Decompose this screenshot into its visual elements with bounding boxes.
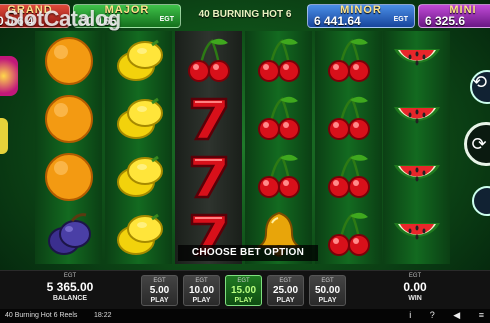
watermelon-icon bbox=[383, 89, 450, 147]
cherry-icon bbox=[315, 31, 382, 89]
bet-label: PLAY bbox=[150, 297, 169, 304]
bet-brand: EGT bbox=[321, 278, 334, 284]
game-logo-icon bbox=[0, 56, 18, 96]
bet-button-2[interactable]: EGT 10.00 PLAY bbox=[183, 275, 220, 306]
lemon-icon bbox=[105, 205, 172, 263]
side-badge-icon bbox=[0, 118, 8, 154]
reel-grid bbox=[35, 31, 450, 264]
bet-brand: EGT bbox=[279, 278, 292, 284]
plum-icon bbox=[35, 205, 102, 263]
orange-icon bbox=[35, 147, 102, 205]
menu-icon[interactable]: ≡ bbox=[479, 310, 484, 320]
cherry-icon bbox=[245, 89, 312, 147]
lemon-icon bbox=[105, 89, 172, 147]
win-display: EGT 0.00 WIN bbox=[380, 273, 450, 303]
balance-display: EGT 5 365.00 BALANCE bbox=[30, 273, 110, 303]
slotcatalog-watermark: SlotCatalog bbox=[4, 6, 121, 31]
cherry-icon bbox=[315, 89, 382, 147]
autoplay-button[interactable]: ⟲ bbox=[470, 70, 490, 104]
cherry-icon bbox=[245, 31, 312, 89]
cherry-icon bbox=[315, 147, 382, 205]
watermelon-icon bbox=[383, 31, 450, 89]
jackpot-minor-value: 6 441.64 bbox=[314, 14, 361, 28]
bet-button-5[interactable]: EGT 50.00 PLAY bbox=[309, 275, 346, 306]
bet-brand: EGT bbox=[237, 278, 250, 284]
reel-5 bbox=[315, 31, 382, 264]
bet-button-1[interactable]: EGT 5.00 PLAY bbox=[141, 275, 178, 306]
jackpot-major-currency: EGT bbox=[159, 16, 174, 23]
bet-button-3[interactable]: EGT 15.00 PLAY bbox=[225, 275, 262, 306]
win-label: WIN bbox=[408, 295, 422, 302]
bet-label: PLAY bbox=[318, 297, 337, 304]
footer-clock: 18:22 bbox=[94, 312, 112, 319]
watermelon-icon bbox=[383, 205, 450, 263]
bet-label: PLAY bbox=[234, 297, 253, 304]
jackpot-mini-value: 6 325.6 bbox=[425, 14, 466, 28]
footer-icons: i ? ◀ ≡ bbox=[393, 310, 484, 321]
refresh-icon: ⟲ bbox=[472, 72, 488, 92]
reel-3 bbox=[175, 31, 242, 264]
balance-label: BALANCE bbox=[52, 295, 88, 302]
reel-6 bbox=[383, 31, 450, 264]
footer-bar: 40 Burning Hot 6 Reels 18:22 i ? ◀ ≡ bbox=[0, 309, 490, 323]
bet-value: 5.00 bbox=[149, 285, 170, 296]
bet-label: PLAY bbox=[192, 297, 211, 304]
reel-2 bbox=[105, 31, 172, 264]
info-icon[interactable]: i bbox=[409, 310, 411, 320]
spin-icon: ⟳ bbox=[471, 133, 487, 154]
bet-value: 25.00 bbox=[272, 285, 299, 296]
balance-value: 5 365.00 bbox=[46, 280, 94, 294]
bet-button-4[interactable]: EGT 25.00 PLAY bbox=[267, 275, 304, 306]
jackpot-minor: MINOR 6 441.64 EGT bbox=[307, 4, 415, 28]
help-icon[interactable]: ? bbox=[430, 310, 435, 320]
bet-brand: EGT bbox=[195, 278, 208, 284]
bet-value: 50.00 bbox=[314, 285, 341, 296]
gamble-button[interactable] bbox=[472, 186, 490, 216]
lemon-icon bbox=[105, 147, 172, 205]
seven-icon bbox=[175, 89, 242, 147]
bet-brand: EGT bbox=[153, 278, 166, 284]
watermelon-icon bbox=[383, 147, 450, 205]
win-value: 0.00 bbox=[403, 280, 427, 294]
jackpot-mini: MINI 6 325.6 bbox=[418, 4, 490, 28]
cherry-icon bbox=[175, 31, 242, 89]
game-title: 40 BURNING HOT 6 bbox=[198, 9, 292, 20]
bet-value: 15.00 bbox=[230, 285, 257, 296]
game-screen: GRAND 0 0 6 4 MAJOR 30 165 EGT 40 BURNIN… bbox=[0, 0, 490, 323]
seven-icon bbox=[175, 147, 242, 205]
reel-1 bbox=[35, 31, 102, 264]
bet-label: PLAY bbox=[276, 297, 295, 304]
bet-value: 10.00 bbox=[188, 285, 215, 296]
orange-icon bbox=[35, 89, 102, 147]
footer-game-title: 40 Burning Hot 6 Reels bbox=[5, 312, 78, 319]
orange-icon bbox=[35, 31, 102, 89]
cherry-icon bbox=[315, 205, 382, 263]
jackpot-minor-currency: EGT bbox=[393, 16, 408, 23]
choose-bet-prompt: CHOOSE BET OPTION bbox=[178, 245, 318, 261]
reel-4 bbox=[245, 31, 312, 264]
volume-icon[interactable]: ◀ bbox=[453, 310, 460, 320]
cherry-icon bbox=[245, 147, 312, 205]
lemon-icon bbox=[105, 31, 172, 89]
spin-button[interactable]: ⟳ bbox=[464, 122, 490, 166]
control-panel: EGT 5 365.00 BALANCE EGT 5.00 PLAY EGT 1… bbox=[0, 270, 490, 309]
